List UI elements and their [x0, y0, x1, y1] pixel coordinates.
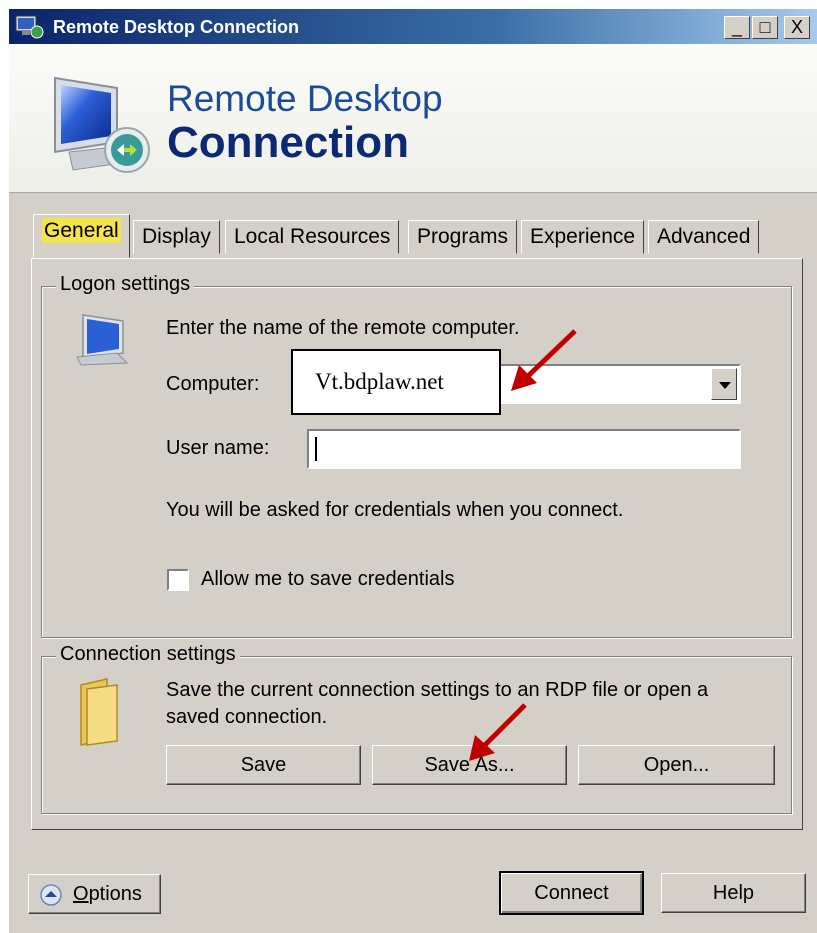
banner-title-line1: Remote Desktop — [167, 78, 443, 119]
remote-desktop-monitor-icon — [54, 76, 150, 173]
annotation-arrow-icon — [511, 329, 577, 391]
text-caret — [315, 437, 317, 461]
tab-local-resources[interactable]: Local Resources — [225, 220, 400, 254]
annotation-arrow-icon — [469, 703, 527, 761]
chevron-down-icon[interactable] — [711, 368, 737, 400]
tab-advanced[interactable]: Advanced — [648, 220, 760, 254]
minimize-button[interactable]: _ — [724, 16, 750, 39]
tab-experience[interactable]: Experience — [521, 220, 645, 254]
connection-description-line1: Save the current connection settings to … — [166, 679, 709, 701]
open-button[interactable]: Open... — [578, 745, 775, 785]
help-button[interactable]: Help — [661, 873, 806, 913]
close-button[interactable]: X — [784, 16, 810, 39]
banner: Remote Desktop Connection — [9, 44, 817, 193]
rdc-window: Remote Desktop Connection _ □ X Remote D… — [8, 8, 817, 933]
maximize-button[interactable]: □ — [752, 16, 778, 39]
save-credentials-checkbox[interactable] — [167, 569, 189, 591]
window-title: Remote Desktop Connection — [53, 17, 300, 37]
tab-general[interactable]: General — [33, 214, 130, 258]
save-button[interactable]: Save — [166, 745, 361, 785]
remote-desktop-app-icon — [15, 15, 44, 39]
connection-description-line2: saved connection. — [166, 706, 328, 728]
computer-instruction: Enter the name of the remote computer. — [166, 317, 520, 339]
username-label: User name: — [166, 437, 270, 459]
computer-value: Vt.bdplaw.net — [291, 349, 501, 415]
title-bar[interactable]: Remote Desktop Connection _ □ X — [9, 9, 817, 44]
logon-settings-label: Logon settings — [56, 273, 195, 296]
username-input[interactable] — [307, 429, 741, 469]
options-button[interactable]: Options — [28, 874, 161, 914]
connect-button[interactable]: Connect — [499, 871, 644, 915]
tab-display[interactable]: Display — [133, 220, 220, 254]
banner-title-line2: Connection — [167, 118, 409, 167]
credentials-note: You will be asked for credentials when y… — [166, 499, 624, 521]
computer-label: Computer: — [166, 373, 260, 395]
expand-up-icon — [40, 884, 62, 906]
save-credentials-label[interactable]: Allow me to save credentials — [201, 568, 454, 591]
connection-settings-label: Connection settings — [56, 643, 240, 666]
tab-programs[interactable]: Programs — [408, 220, 518, 254]
folder-icon — [80, 678, 118, 746]
computer-icon — [76, 314, 129, 366]
